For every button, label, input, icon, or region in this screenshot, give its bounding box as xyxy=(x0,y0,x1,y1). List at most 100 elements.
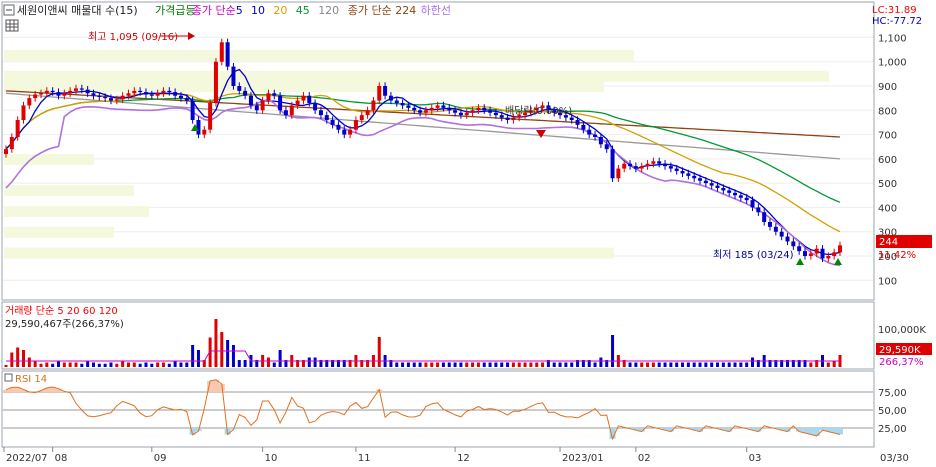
volume-bar xyxy=(406,362,410,367)
candle-body xyxy=(657,161,662,164)
candle-body xyxy=(698,178,703,181)
candle-body xyxy=(721,188,726,191)
volume-tick: 100,000K xyxy=(878,325,926,336)
candle-body xyxy=(44,90,49,94)
candle-body xyxy=(441,105,446,108)
candle-body xyxy=(622,163,627,169)
stock-chart[interactable]: 1,1001,000900800700600500400300200100 75… xyxy=(0,0,936,467)
volume-profile-bar xyxy=(4,50,634,61)
candle-body xyxy=(353,120,358,130)
candle-body xyxy=(668,166,673,169)
candle-body xyxy=(313,103,318,111)
rsi-toggle-icon[interactable] xyxy=(4,373,13,382)
candle-body xyxy=(365,110,370,116)
volume-bar xyxy=(751,357,755,367)
candle-body xyxy=(371,100,376,111)
candle-body xyxy=(686,173,691,176)
rsi-panel-frame xyxy=(1,370,875,448)
volume-bar xyxy=(611,335,615,367)
volume-bar xyxy=(529,362,533,367)
volume-profile-bar xyxy=(4,81,604,93)
volume-bar xyxy=(430,362,434,367)
candle-body xyxy=(768,222,773,227)
candle-body xyxy=(470,110,475,113)
candle-body xyxy=(38,93,43,95)
hc-label: HC:-77.72 xyxy=(872,16,922,27)
candle-body xyxy=(493,112,498,116)
volume-bar xyxy=(412,362,416,367)
legend-item: 가격급등 xyxy=(155,4,195,17)
candle-body xyxy=(248,95,253,106)
volume-profile-bar xyxy=(4,206,149,217)
candle-body xyxy=(97,95,102,97)
y-tick-label: 1,000 xyxy=(878,58,907,69)
candle-body xyxy=(149,94,154,96)
candle-body xyxy=(190,100,195,120)
volume-bar xyxy=(704,362,708,367)
volume-bar xyxy=(97,363,101,367)
candle-body xyxy=(283,110,288,116)
legend-item: 5 xyxy=(236,4,243,17)
candle-body xyxy=(178,95,183,99)
candle-body xyxy=(114,99,119,101)
candle-body xyxy=(593,134,598,137)
volume-bar xyxy=(126,362,130,367)
legend-item: 20 xyxy=(273,4,287,17)
volume-bar xyxy=(109,362,113,367)
volume-bar xyxy=(646,362,650,367)
volume-bar xyxy=(179,362,183,367)
volume-bar xyxy=(16,347,20,367)
rsi-title: RSI 14 xyxy=(15,374,47,385)
candle-body xyxy=(458,112,463,116)
candle-body xyxy=(651,161,656,164)
candle-body xyxy=(803,251,808,256)
y-tick-label: 500 xyxy=(878,179,897,190)
stock-label: 세원이앤씨 매물대 수(15) xyxy=(17,4,138,17)
candle-body xyxy=(663,163,668,167)
volume-bar xyxy=(39,363,43,367)
volume-bar xyxy=(721,362,725,367)
volume-bar xyxy=(523,362,527,367)
volume-header: 거래량 단순 5 20 60 120 xyxy=(5,305,118,317)
candle-body xyxy=(184,98,189,101)
candle-body xyxy=(167,90,172,93)
candle-body xyxy=(196,120,201,135)
volume-bar xyxy=(161,362,165,367)
volume-bar xyxy=(377,337,381,367)
candle-body xyxy=(278,95,283,111)
volume-bar xyxy=(552,362,556,367)
volume-bar xyxy=(628,362,632,367)
candle-body xyxy=(838,245,842,253)
candle-body xyxy=(342,129,347,135)
candle-body xyxy=(587,129,592,135)
rsi-tick-label: 25,00 xyxy=(878,424,907,435)
volume-bar xyxy=(471,362,475,367)
candle-body xyxy=(272,93,277,96)
y-tick-label: 100 xyxy=(878,276,897,287)
volume-bar xyxy=(418,362,422,367)
volume-bar xyxy=(307,357,311,367)
volume-bar xyxy=(45,362,49,367)
candle-body xyxy=(21,105,26,120)
candle-body xyxy=(826,256,831,259)
rsi-overbought-fill xyxy=(3,389,9,392)
grid-icon[interactable] xyxy=(5,19,19,32)
volume-bar xyxy=(459,362,463,367)
candle-body xyxy=(575,120,580,125)
y-tick-label: 900 xyxy=(878,82,897,93)
candle-body xyxy=(27,98,32,106)
candle-body xyxy=(155,93,160,96)
candle-body xyxy=(808,253,813,256)
volume-bar xyxy=(226,340,230,367)
candle-body xyxy=(79,88,84,90)
candle-body xyxy=(569,117,574,120)
volume-value: 29,590,467주(266,37%) xyxy=(5,319,124,330)
x-tick-label: 11 xyxy=(358,453,371,464)
current-change: 11.42% xyxy=(878,250,916,261)
indicator-legend: 가격급등종가 단순 5 10 20 45 120 종가 단순 224 하한선 xyxy=(155,3,451,17)
y-tick-label: 700 xyxy=(878,131,897,142)
candle-body xyxy=(307,95,312,103)
volume-bar xyxy=(698,362,702,367)
candle-body xyxy=(598,137,603,145)
candle-body xyxy=(797,246,802,252)
